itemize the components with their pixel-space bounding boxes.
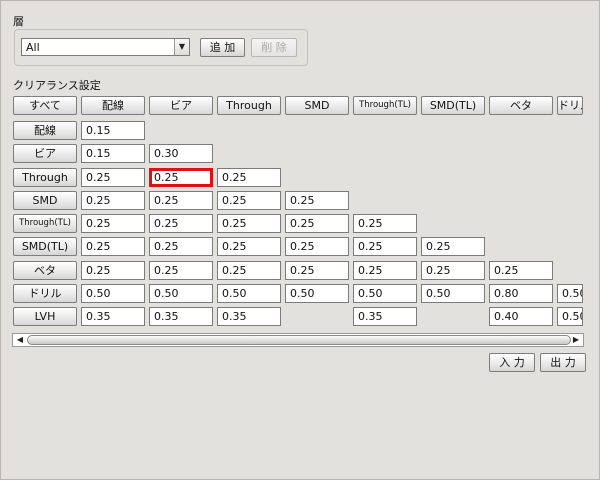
clearance-input[interactable]: 0.35 xyxy=(353,307,417,326)
clearance-input[interactable]: 0.40 xyxy=(489,307,553,326)
input-button[interactable]: 入 力 xyxy=(489,353,535,372)
all-button[interactable]: すべて xyxy=(13,96,77,115)
clearance-input[interactable]: 0.15 xyxy=(81,144,145,163)
row-header-button[interactable]: 配線 xyxy=(13,121,77,140)
row-header-button[interactable]: ベタ xyxy=(13,261,77,280)
horizontal-scrollbar[interactable]: ◀ ▶ xyxy=(12,333,584,347)
clearance-input[interactable]: 0.80 xyxy=(489,284,553,303)
layer-select-value: All xyxy=(26,41,40,54)
layer-select[interactable]: All ▼ xyxy=(21,38,190,56)
clearance-input[interactable]: 0.25 xyxy=(81,261,145,280)
scrollbar-thumb[interactable] xyxy=(27,335,571,345)
clearance-input[interactable]: 0.25 xyxy=(217,214,281,233)
clearance-input[interactable]: 0.25 xyxy=(353,261,417,280)
clearance-input[interactable]: 0.35 xyxy=(149,307,213,326)
clearance-input[interactable]: 0.50 xyxy=(557,307,583,326)
clearance-input[interactable]: 0.25 xyxy=(353,237,417,256)
column-header-button[interactable]: ドリル xyxy=(557,96,583,115)
clearance-input[interactable]: 0.25 xyxy=(285,214,349,233)
clearance-input[interactable]: 0.50 xyxy=(285,284,349,303)
row-header-button[interactable]: Through(TL) xyxy=(13,214,77,233)
clearance-input[interactable]: 0.50 xyxy=(217,284,281,303)
column-header-button[interactable]: ビア xyxy=(149,96,213,115)
clearance-input[interactable]: 0.25 xyxy=(285,191,349,210)
output-button[interactable]: 出 力 xyxy=(540,353,586,372)
clearance-input[interactable]: 0.25 xyxy=(81,237,145,256)
row-header-button[interactable]: ビア xyxy=(13,144,77,163)
scroll-right-icon[interactable]: ▶ xyxy=(570,334,582,346)
scroll-left-icon[interactable]: ◀ xyxy=(14,334,26,346)
clearance-input[interactable]: 0.25 xyxy=(217,261,281,280)
clearance-input[interactable]: 0.15 xyxy=(81,121,145,140)
clearance-input[interactable]: 0.25 xyxy=(149,214,213,233)
clearance-input[interactable]: 0.50 xyxy=(149,284,213,303)
clearance-input[interactable]: 0.50 xyxy=(353,284,417,303)
clearance-input[interactable]: 0.25 xyxy=(217,191,281,210)
column-header-button[interactable]: Through(TL) xyxy=(353,96,417,115)
column-header-button[interactable]: SMD(TL) xyxy=(421,96,485,115)
clearance-input[interactable]: 0.25 xyxy=(149,168,213,187)
row-header-button[interactable]: LVH xyxy=(13,307,77,326)
clearance-input[interactable]: 0.25 xyxy=(285,237,349,256)
row-header-button[interactable]: SMD(TL) xyxy=(13,237,77,256)
clearance-input[interactable]: 0.25 xyxy=(421,237,485,256)
clearance-input[interactable]: 0.35 xyxy=(217,307,281,326)
column-header-button[interactable]: Through xyxy=(217,96,281,115)
clearance-input[interactable]: 0.30 xyxy=(149,144,213,163)
clearance-section-label: クリアランス設定 xyxy=(13,79,101,92)
clearance-input[interactable]: 0.25 xyxy=(81,214,145,233)
column-header-button[interactable]: ベタ xyxy=(489,96,553,115)
clearance-input[interactable]: 0.25 xyxy=(353,214,417,233)
clearance-input[interactable]: 0.50 xyxy=(421,284,485,303)
row-header-button[interactable]: ドリル xyxy=(13,284,77,303)
clearance-input[interactable]: 0.25 xyxy=(217,237,281,256)
clearance-input[interactable]: 0.25 xyxy=(421,261,485,280)
row-header-button[interactable]: Through xyxy=(13,168,77,187)
row-header-button[interactable]: SMD xyxy=(13,191,77,210)
clearance-input[interactable]: 0.25 xyxy=(285,261,349,280)
clearance-input[interactable]: 0.25 xyxy=(81,191,145,210)
clearance-input[interactable]: 0.25 xyxy=(149,191,213,210)
clearance-input[interactable]: 0.25 xyxy=(81,168,145,187)
clearance-input[interactable]: 0.25 xyxy=(149,237,213,256)
chevron-down-icon[interactable]: ▼ xyxy=(174,39,189,55)
add-button[interactable]: 追 加 xyxy=(200,38,245,57)
column-header-button[interactable]: 配線 xyxy=(81,96,145,115)
layer-label: 層 xyxy=(13,15,24,28)
clearance-input[interactable]: 0.25 xyxy=(149,261,213,280)
clearance-input[interactable]: 0.25 xyxy=(489,261,553,280)
column-header-button[interactable]: SMD xyxy=(285,96,349,115)
clearance-input[interactable]: 0.35 xyxy=(81,307,145,326)
clearance-input[interactable]: 0.50 xyxy=(81,284,145,303)
delete-button[interactable]: 削 除 xyxy=(251,38,297,57)
clearance-input[interactable]: 0.25 xyxy=(217,168,281,187)
clearance-input[interactable]: 0.50 xyxy=(557,284,583,303)
